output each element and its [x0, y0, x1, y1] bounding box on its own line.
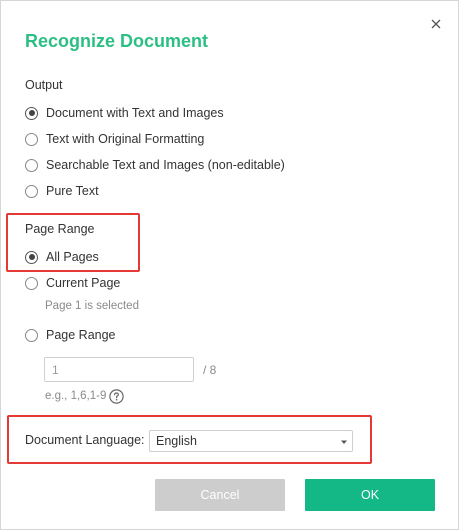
document-language-select[interactable]: English	[149, 430, 353, 452]
total-pages-label: / 8	[203, 363, 217, 377]
radio-label: Pure Text	[46, 184, 99, 198]
output-section-label: Output	[25, 78, 63, 92]
current-page-hint: Page 1 is selected	[45, 300, 139, 312]
radio-button[interactable]	[25, 276, 38, 290]
radio-document-text-images[interactable]: Document with Text and Images	[25, 103, 224, 123]
radio-button[interactable]	[25, 132, 38, 146]
radio-label: Page Range	[46, 328, 116, 342]
ok-button[interactable]: OK	[305, 479, 435, 511]
cancel-button[interactable]: Cancel	[155, 479, 285, 511]
radio-button-checked[interactable]	[25, 250, 38, 264]
page-range-section-label: Page Range	[25, 222, 95, 236]
page-range-input[interactable]	[44, 357, 194, 382]
radio-current-page[interactable]: Current Page	[25, 273, 120, 293]
radio-all-pages[interactable]: All Pages	[25, 247, 99, 267]
close-icon[interactable]	[426, 14, 446, 34]
radio-label: Searchable Text and Images (non-editable…	[46, 158, 285, 172]
radio-label: Current Page	[46, 276, 121, 290]
radio-searchable-text-images[interactable]: Searchable Text and Images (non-editable…	[25, 155, 285, 175]
dialog-title: Recognize Document	[25, 31, 209, 51]
radio-label: Document with Text and Images	[46, 106, 224, 120]
document-language-label: Document Language:	[25, 433, 145, 447]
radio-pure-text[interactable]: Pure Text	[25, 181, 99, 201]
selected-language: English	[156, 434, 197, 448]
radio-page-range[interactable]: Page Range	[25, 325, 116, 345]
radio-label: All Pages	[46, 250, 99, 264]
radio-label: Text with Original Formatting	[46, 132, 205, 146]
triangle-down-icon	[341, 439, 347, 445]
recognize-document-dialog: Recognize Document Output Document with …	[0, 0, 459, 530]
radio-text-original-formatting[interactable]: Text with Original Formatting	[25, 129, 204, 149]
radio-button-checked[interactable]	[25, 106, 38, 120]
radio-button[interactable]	[25, 158, 38, 172]
page-range-example-hint: e.g., 1,6,1-9	[45, 390, 107, 402]
radio-button[interactable]	[25, 184, 38, 198]
question-circle-icon[interactable]	[109, 389, 124, 404]
radio-button[interactable]	[25, 328, 38, 342]
